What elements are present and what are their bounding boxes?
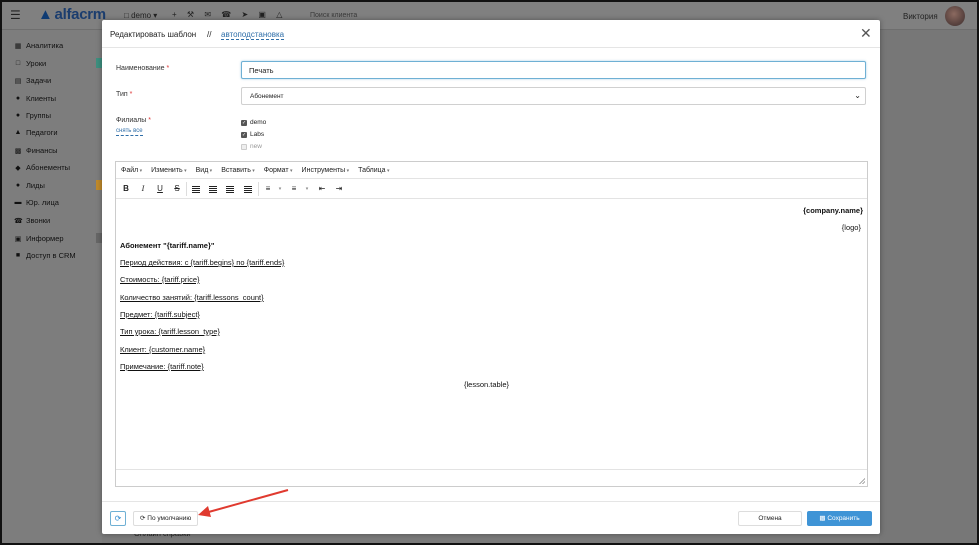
arrow-head-icon: [198, 506, 211, 517]
annotation-arrow: [198, 489, 289, 517]
screen: ☰ ▲ alfacrm □ demo ▾ + ⚒ ✉ ☎ ➤ ▣ △ Поиск …: [0, 0, 979, 545]
arrow-shaft: [204, 489, 289, 514]
